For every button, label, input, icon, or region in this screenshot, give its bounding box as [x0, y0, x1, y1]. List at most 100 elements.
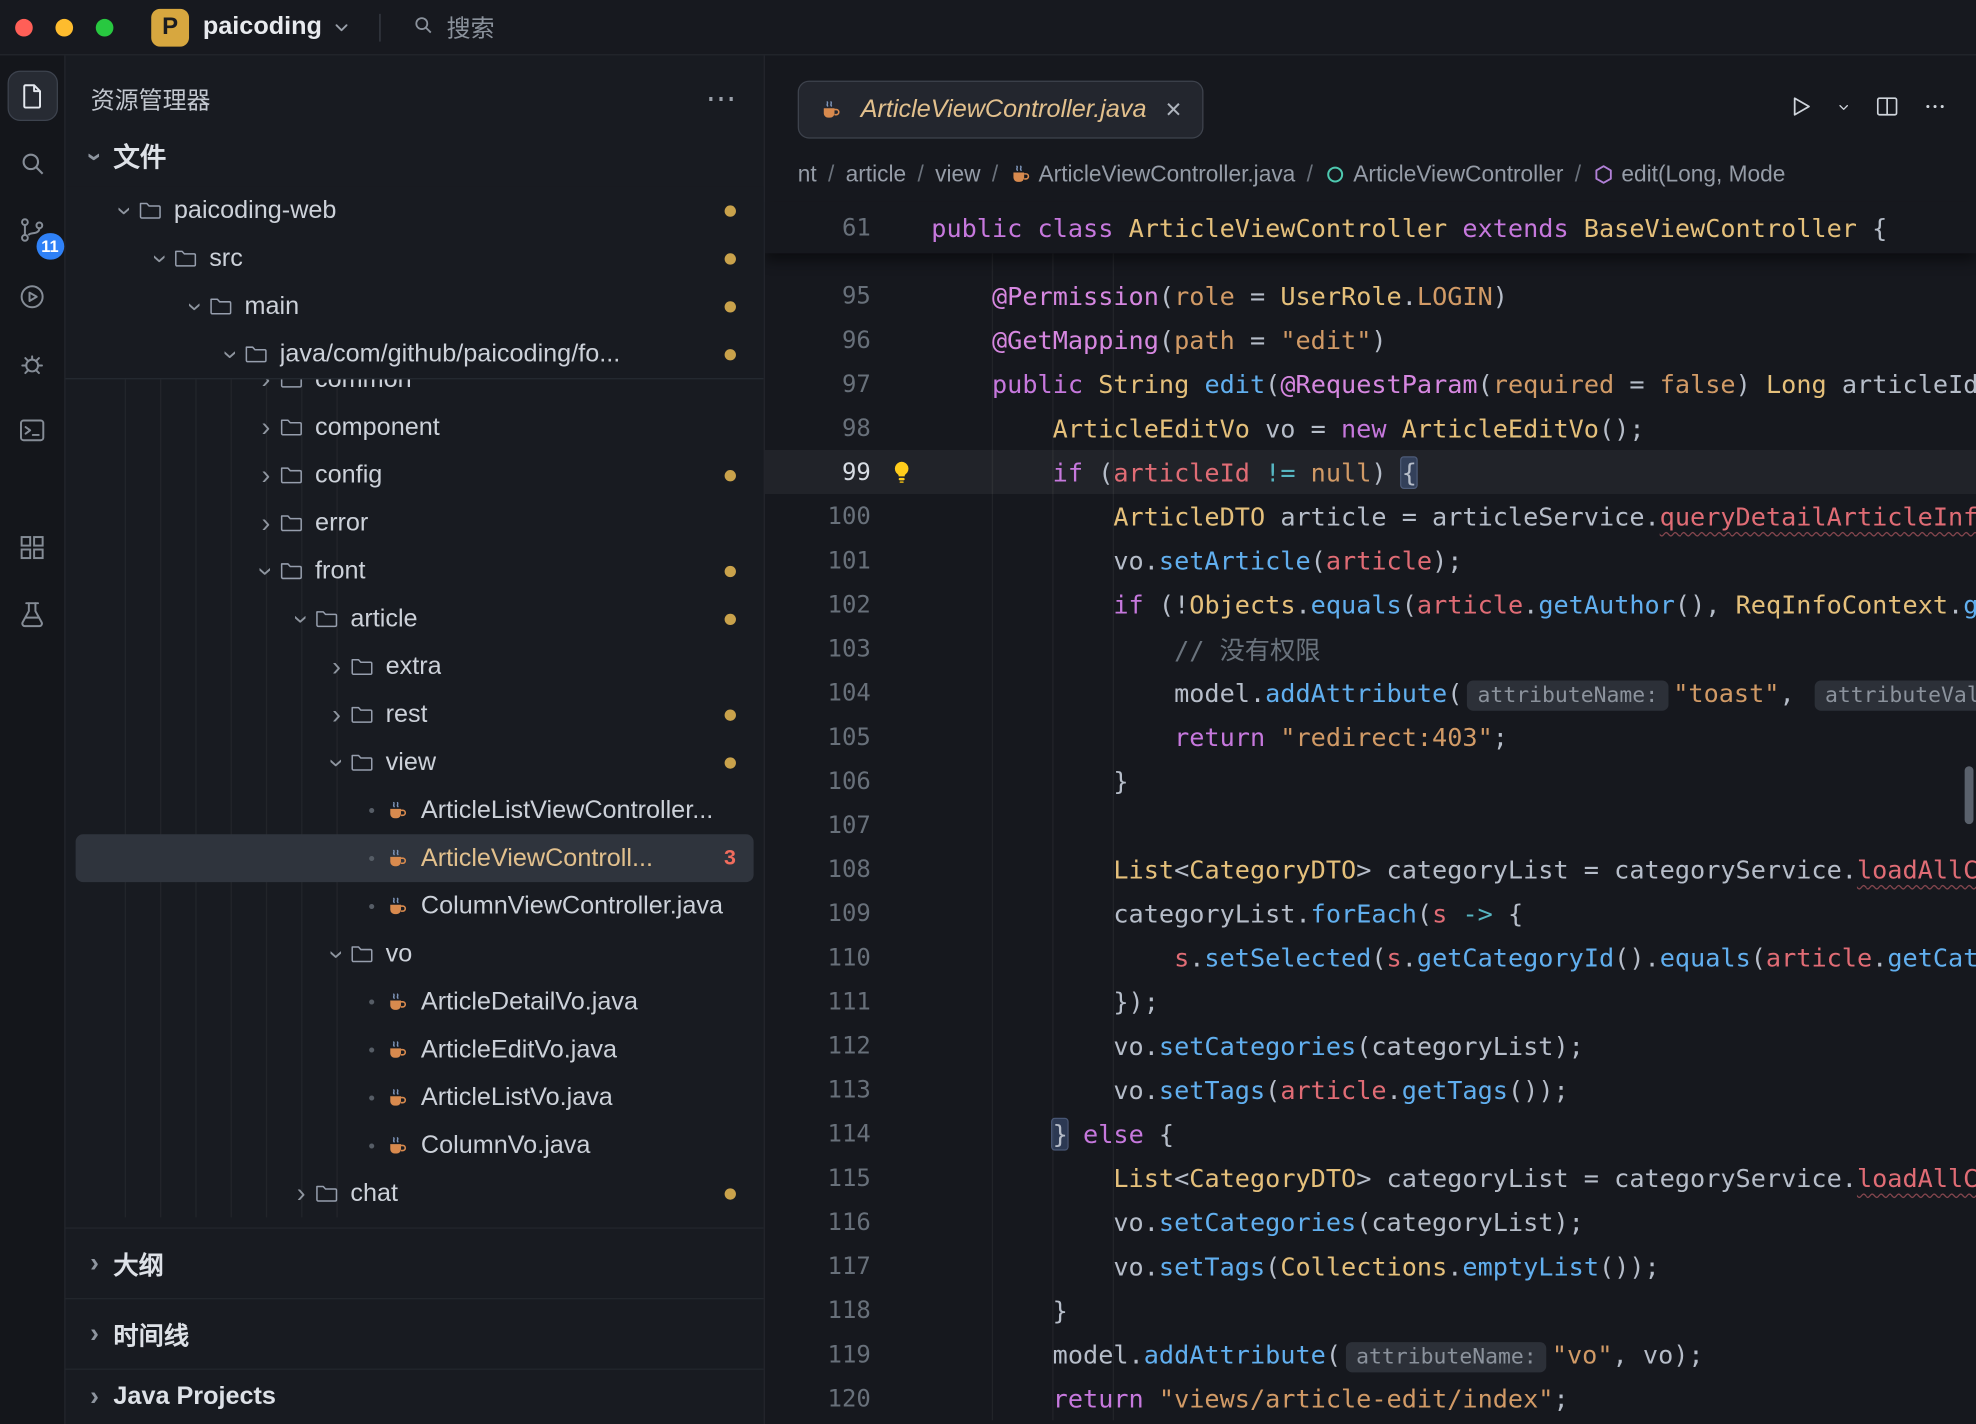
section-timeline[interactable]: ›时间线 [66, 1298, 764, 1369]
sticky-scroll-line[interactable]: 61public class ArticleViewController ext… [765, 202, 1976, 254]
breadcrumb-item[interactable]: article [846, 161, 907, 187]
code-line-104[interactable]: 104 model.addAttribute(attributeName:"to… [765, 670, 1976, 714]
code-line-108[interactable]: 108 List<CategoryDTO> categoryList = cat… [765, 847, 1976, 891]
code-line-97[interactable]: 97 public String edit(@RequestParam(requ… [765, 362, 1976, 406]
code-line-113[interactable]: 113 vo.setTags(article.getTags()); [765, 1067, 1976, 1111]
tree-item-component[interactable]: ›component [76, 403, 754, 451]
close-tab-icon[interactable]: × [1165, 93, 1181, 126]
code-line-100[interactable]: 100 ArticleDTO article = articleService.… [765, 494, 1976, 538]
code-line-118[interactable]: 118 } [765, 1288, 1976, 1332]
code-line-103[interactable]: 103 // 没有权限 [765, 626, 1976, 670]
chevron-down-icon[interactable]: › [112, 197, 138, 225]
chevron-down-icon[interactable]: › [323, 940, 349, 968]
tree-item-article-list-view-controller[interactable]: •ArticleListViewController... [76, 786, 754, 834]
code-line-109[interactable]: 109 categoryList.forEach(s -> { [765, 891, 1976, 935]
chevron-right-icon[interactable]: › [252, 510, 280, 536]
code-line-98[interactable]: 98 ArticleEditVo vo = new ArticleEditVo(… [765, 406, 1976, 450]
run-dropdown-icon[interactable] [1835, 98, 1853, 116]
tree-item-column-view-controller[interactable]: •ColumnViewController.java [76, 882, 754, 930]
section-java-projects[interactable]: ›Java Projects [66, 1369, 764, 1424]
lightbulb-icon[interactable] [871, 460, 931, 484]
run-icon[interactable] [1787, 93, 1813, 119]
extensions-icon[interactable] [7, 522, 57, 572]
tree-item-article[interactable]: ›article [76, 595, 754, 643]
terminal-icon[interactable] [7, 405, 57, 455]
tree-item-article-detail-vo[interactable]: •ArticleDetailVo.java [76, 978, 754, 1026]
chevron-down-icon[interactable]: › [147, 244, 173, 272]
breadcrumb-item[interactable]: ArticleViewController [1324, 161, 1563, 187]
workspace-menu[interactable]: paicoding [203, 13, 322, 42]
zoom-window-button[interactable] [96, 18, 114, 36]
chevron-down-icon[interactable]: › [182, 292, 208, 320]
chevron-right-icon[interactable]: › [323, 653, 351, 679]
code-line-120[interactable]: 120 return "views/article-edit/index"; [765, 1376, 1976, 1420]
tree-item-error[interactable]: ›error [76, 499, 754, 547]
code-lines[interactable]: 95 @Permission(role = UserRole.LOGIN)96 … [765, 253, 1976, 1420]
code-line-114[interactable]: 114 } else { [765, 1111, 1976, 1155]
chevron-down-icon[interactable] [332, 17, 352, 37]
code-line-117[interactable]: 117 vo.setTags(Collections.emptyList()); [765, 1244, 1976, 1288]
code-line-119[interactable]: 119 model.addAttribute(attributeName:"vo… [765, 1332, 1976, 1376]
run-and-debug-icon[interactable] [7, 271, 57, 321]
split-editor-icon[interactable] [1874, 93, 1900, 119]
tree-item-config[interactable]: ›config [76, 451, 754, 499]
tree-item-article-view-controller[interactable]: •ArticleViewControll...3 [76, 834, 754, 882]
chevron-right-icon[interactable]: › [252, 462, 280, 488]
code-line-107[interactable]: 107 [765, 803, 1976, 847]
close-window-button[interactable] [15, 18, 33, 36]
tree-item-article-edit-vo[interactable]: •ArticleEditVo.java [76, 1026, 754, 1074]
tree-item-src[interactable]: ›src [76, 234, 754, 282]
tree-item-column-vo[interactable]: •ColumnVo.java [76, 1122, 754, 1170]
code-line-115[interactable]: 115 List<CategoryDTO> categoryList = cat… [765, 1156, 1976, 1200]
code-line-96[interactable]: 96 @GetMapping(path = "edit") [765, 318, 1976, 362]
code-editor[interactable]: 61public class ArticleViewController ext… [765, 202, 1976, 1424]
breadcrumb-item[interactable]: edit(Long, Mode [1592, 161, 1785, 187]
code-line-111[interactable]: 111 }); [765, 979, 1976, 1023]
code-line-61[interactable]: 61public class ArticleViewController ext… [765, 205, 1976, 249]
breadcrumb-item[interactable]: view [935, 161, 980, 187]
tree-item-main[interactable]: ›main [76, 282, 754, 330]
code-line-112[interactable]: 112 vo.setCategories(categoryList); [765, 1023, 1976, 1067]
code-line-116[interactable]: 116 vo.setCategories(categoryList); [765, 1200, 1976, 1244]
tree-item-extra[interactable]: ›extra [76, 643, 754, 691]
code-line-99[interactable]: 99 if (articleId != null) { [765, 450, 1976, 494]
token: -> [1462, 898, 1492, 928]
chevron-down-icon[interactable]: › [217, 340, 243, 368]
more-actions-icon[interactable] [1922, 93, 1948, 119]
tree-item-view[interactable]: ›view [76, 738, 754, 786]
section-outline[interactable]: ›大纲 [66, 1227, 764, 1298]
scm-changes-badge: 11 [36, 233, 63, 259]
tree-item-java-path[interactable]: ›java/com/github/paicoding/fo... [76, 330, 754, 378]
tree-item-vo[interactable]: ›vo [76, 930, 754, 978]
files-section-header[interactable]: › 文件 [66, 126, 764, 186]
chevron-right-icon[interactable]: › [323, 701, 351, 727]
tree-item-front[interactable]: ›front [76, 547, 754, 595]
chevron-down-icon[interactable]: › [253, 557, 279, 585]
code-line-101[interactable]: 101 vo.setArticle(article); [765, 538, 1976, 582]
more-actions-icon[interactable]: ⋯ [706, 80, 739, 117]
code-line-106[interactable]: 106 } [765, 759, 1976, 803]
breadcrumb-item[interactable]: nt [798, 161, 817, 187]
code-line-110[interactable]: 110 s.setSelected(s.getCategoryId().equa… [765, 935, 1976, 979]
chevron-down-icon[interactable]: › [323, 749, 349, 777]
code-line-102[interactable]: 102 if (!Objects.equals(article.getAutho… [765, 582, 1976, 626]
explorer-icon[interactable] [7, 71, 57, 121]
source-control-icon[interactable]: 11 [7, 204, 57, 254]
tab-articleviewcontroller[interactable]: ArticleViewController.java × [798, 81, 1203, 139]
search-icon[interactable] [7, 137, 57, 187]
global-search[interactable]: 搜索 [411, 10, 494, 44]
breadcrumb-item[interactable]: ArticleViewController.java [1010, 161, 1296, 187]
minimize-window-button[interactable] [55, 18, 73, 36]
tree-item-paicoding-web[interactable]: ›paicoding-web [76, 187, 754, 235]
chevron-down-icon[interactable]: › [288, 605, 314, 633]
code-line-105[interactable]: 105 return "redirect:403"; [765, 715, 1976, 759]
chevron-right-icon[interactable]: › [252, 414, 280, 440]
tree-item-article-list-vo[interactable]: •ArticleListVo.java [76, 1074, 754, 1122]
code-line-95[interactable]: 95 @Permission(role = UserRole.LOGIN) [765, 273, 1976, 317]
chevron-right-icon[interactable]: › [287, 1180, 315, 1206]
bug-icon[interactable] [7, 338, 57, 388]
testing-icon[interactable] [7, 589, 57, 639]
tree-item-rest[interactable]: ›rest [76, 691, 754, 739]
tree-item-chat[interactable]: ›chat [76, 1169, 754, 1217]
scrollbar-thumb[interactable] [1965, 766, 1974, 824]
